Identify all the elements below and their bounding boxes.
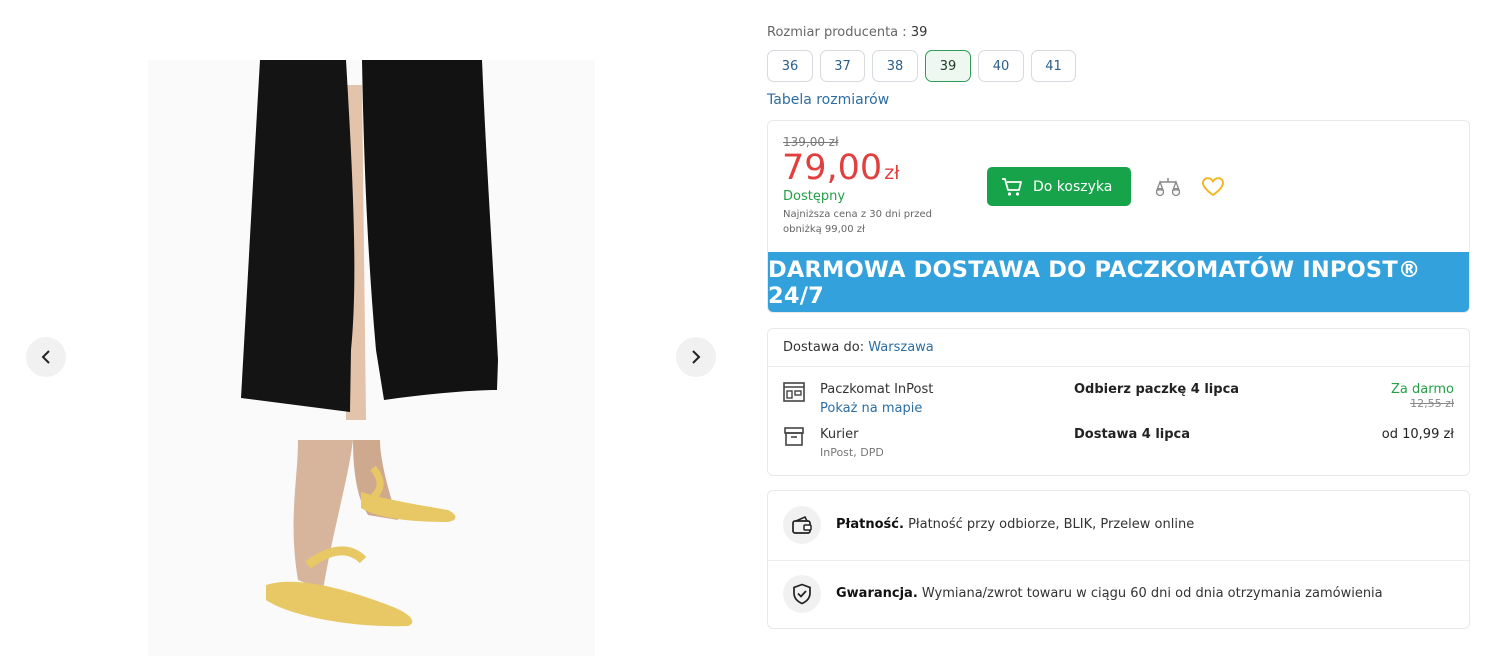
size-label-text: Rozmiar producenta: [767, 25, 899, 40]
price-currency: zł: [884, 162, 900, 184]
payment-title: Płatność.: [836, 517, 904, 532]
product-photo[interactable]: [148, 60, 595, 656]
cart-icon: [1002, 177, 1022, 196]
shipping-option-name: Paczkomat InPost: [820, 382, 934, 397]
compare-scale-icon: [1155, 178, 1181, 197]
shipping-option-date: Dostawa 4 lipca: [1074, 427, 1191, 442]
courier-box-icon: [782, 424, 806, 452]
size-option-41[interactable]: 41: [1031, 50, 1076, 82]
shipping-option-date: Odbierz paczkę 4 lipca: [1074, 382, 1240, 397]
price-box: 139,00 zł 79,00 zł Dostępny Najniższa cen…: [767, 120, 1470, 313]
delivery-city-link[interactable]: Warszawa: [868, 340, 934, 355]
wishlist-button[interactable]: [1202, 177, 1224, 201]
info-box: Płatność. Płatność przy odbiorze, BLIK, …: [767, 490, 1470, 629]
product-photo-illustration: [148, 60, 595, 656]
warranty-info: Gwarancja. Wymiana/zwrot towaru w ciągu …: [836, 586, 1383, 601]
heart-icon: [1202, 177, 1224, 197]
product-gallery: [0, 0, 740, 656]
gallery-prev-button[interactable]: [26, 337, 66, 377]
warranty-title: Gwarancja.: [836, 586, 918, 601]
add-to-cart-label: Do koszyka: [1033, 178, 1113, 195]
show-on-map-link[interactable]: Pokaż na mapie: [820, 401, 922, 416]
shipping-option-carriers: InPost, DPD: [820, 446, 884, 459]
delivery-destination: Dostawa do: Warszawa: [783, 340, 934, 355]
shipping-price-old: 12,55 zł: [1410, 397, 1454, 410]
availability-status: Dostępny: [783, 189, 846, 204]
size-selector: 36 37 38 39 40 41: [767, 50, 1076, 82]
delivery-to-label: Dostawa do:: [783, 340, 865, 355]
size-selected-value: 39: [910, 25, 928, 40]
divider: [768, 560, 1469, 561]
size-option-38[interactable]: 38: [872, 50, 918, 82]
chevron-right-icon: [692, 350, 701, 364]
compare-button[interactable]: [1155, 176, 1181, 202]
old-price: 139,00 zł: [783, 135, 839, 149]
size-option-39[interactable]: 39: [925, 50, 971, 82]
product-details: Rozmiar producenta : 39 36 37 38 39 40 4…: [767, 0, 1470, 656]
current-price: 79,00 zł: [782, 148, 900, 188]
shipping-option-price: od 10,99 zł: [1381, 427, 1454, 442]
lowest-price-note: Najniższa cena z 30 dni przed obniżką 99…: [783, 209, 932, 235]
divider: [768, 366, 1469, 367]
shipping-option-price: Za darmo 12,55 zł: [1391, 382, 1454, 410]
free-delivery-banner[interactable]: DARMOWA DOSTAWA DO PACZKOMATÓW INPOST® 2…: [768, 252, 1469, 312]
size-option-40[interactable]: 40: [978, 50, 1024, 82]
locker-icon: [782, 379, 806, 407]
size-option-36[interactable]: 36: [767, 50, 813, 82]
size-table-link[interactable]: Tabela rozmiarów: [767, 92, 889, 108]
add-to-cart-button[interactable]: Do koszyka: [987, 167, 1131, 206]
payment-text: Płatność przy odbiorze, BLIK, Przelew on…: [908, 517, 1195, 532]
price-value: 79,00: [782, 148, 883, 188]
chevron-left-icon: [41, 350, 50, 364]
shield-check-icon: [783, 575, 821, 613]
payment-info: Płatność. Płatność przy odbiorze, BLIK, …: [836, 517, 1194, 532]
wallet-icon: [783, 506, 821, 544]
gallery-next-button[interactable]: [676, 337, 716, 377]
size-option-37[interactable]: 37: [820, 50, 865, 82]
warranty-text: Wymiana/zwrot towaru w ciągu 60 dni od d…: [921, 586, 1383, 601]
shipping-price-free: Za darmo: [1391, 382, 1454, 397]
size-label: Rozmiar producenta : 39: [767, 25, 928, 40]
shipping-option-name: Kurier: [820, 427, 859, 442]
shipping-box: Dostawa do: Warszawa Paczkomat InPost Po…: [767, 328, 1470, 476]
